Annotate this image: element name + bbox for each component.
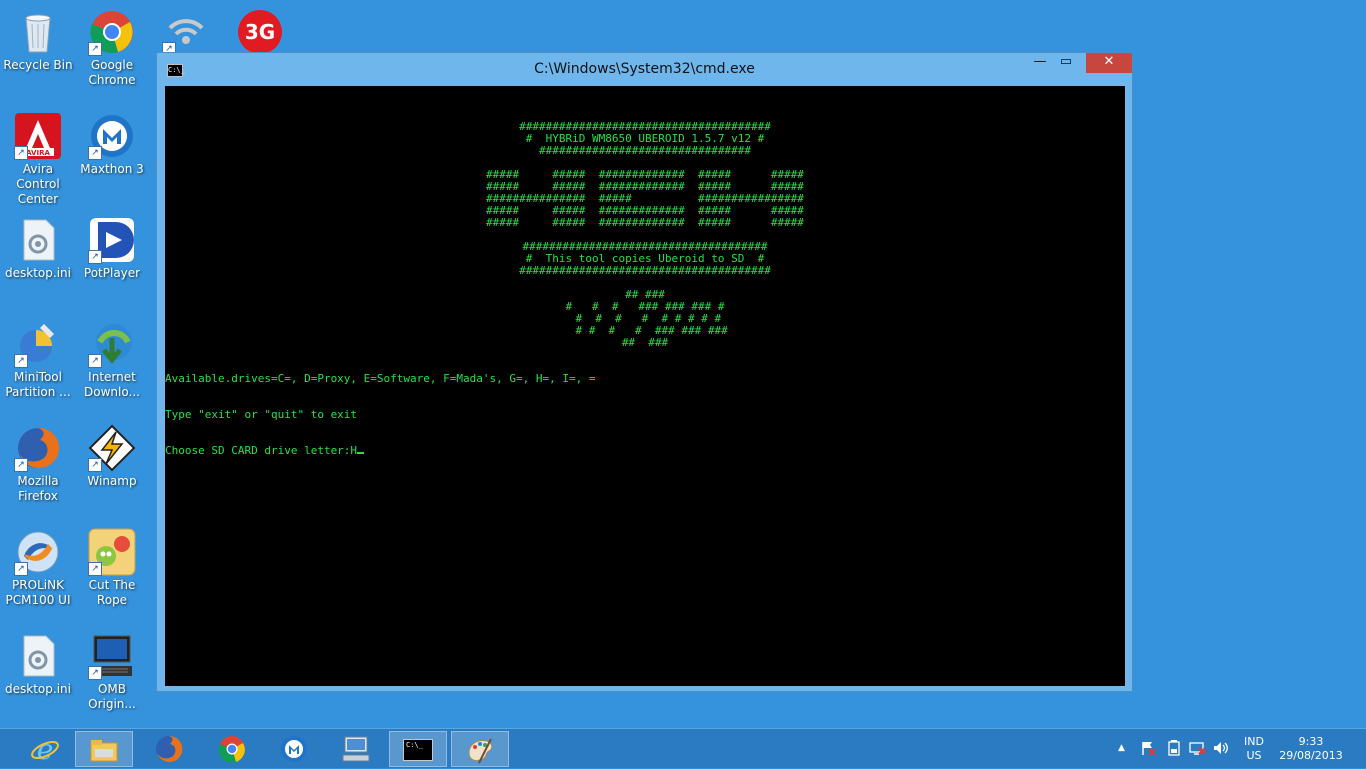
desktop-icon-chrome[interactable]: ↗ Google Chrome: [74, 2, 150, 88]
desktop-icon-firefox[interactable]: ↗ Mozilla Firefox: [0, 418, 76, 504]
desktop: Recycle Bin AVIRA ↗ Avira Control Center…: [0, 0, 1366, 728]
desktop-icon-desktop-ini-1[interactable]: desktop.ini: [0, 210, 76, 281]
window-titlebar[interactable]: C:\_ C:\Windows\System32\cmd.exe — ▭ ✕: [157, 53, 1132, 85]
network-computer-icon: [341, 734, 371, 764]
desktop-icon-prolink[interactable]: ↗ PROLiNK PCM100 UI: [0, 522, 76, 608]
taskbar: e C:\_ ▲ IND US 9:33 29/08/2013: [0, 728, 1366, 768]
taskbar-clock[interactable]: 9:33 29/08/2013: [1278, 735, 1344, 763]
icon-label: Recycle Bin: [3, 58, 73, 72]
icon-label: MiniTool Partition ...: [5, 370, 71, 399]
settings-file-icon: [14, 216, 62, 264]
desktop-icon-potplayer[interactable]: ↗ PotPlayer: [74, 210, 150, 281]
console-banner: ###################################### # …: [165, 121, 1125, 349]
banner-line: ##### ##### ############# ##### #####: [486, 216, 804, 229]
icon-label: PotPlayer: [83, 266, 141, 280]
taskbar-maxthon[interactable]: [265, 731, 323, 767]
banner-line: ## ###: [621, 336, 669, 349]
desktop-icon-desktop-ini-2[interactable]: desktop.ini: [0, 626, 76, 697]
taskbar-paint[interactable]: [451, 731, 509, 767]
desktop-icon-avira[interactable]: AVIRA ↗ Avira Control Center: [0, 106, 76, 207]
icon-label: Winamp: [87, 474, 137, 488]
desktop-icon-minitool[interactable]: ↗ MiniTool Partition ...: [0, 314, 76, 400]
battery-icon[interactable]: [1168, 740, 1180, 759]
desktop-icon-omb[interactable]: ↗ OMB Origin...: [74, 626, 150, 712]
taskbar-network-computer[interactable]: [327, 731, 385, 767]
desktop-icon-maxthon[interactable]: ↗ Maxthon 3: [74, 106, 150, 177]
svg-text:3G: 3G: [245, 20, 275, 44]
show-hidden-icons-button[interactable]: ▲: [1118, 743, 1125, 753]
taskbar-file-explorer[interactable]: [75, 731, 133, 767]
cut-the-rope-icon: ↗: [88, 528, 136, 576]
3g-modem-icon: 3G: [236, 8, 284, 56]
prompt-text: Choose SD CARD drive letter:H: [165, 444, 358, 457]
omb-computer-icon: ↗: [88, 632, 136, 680]
desktop-icon-idm[interactable]: ↗ Internet Downlo...: [74, 314, 150, 400]
desktop-icon-wireless[interactable]: ↗: [148, 2, 224, 58]
console-line: Available.drives=C=, D=Proxy, E=Software…: [165, 372, 596, 385]
minimize-button[interactable]: —: [1027, 53, 1053, 73]
firefox-icon: [154, 734, 184, 764]
svg-text:e: e: [37, 734, 54, 764]
desktop-icon-recycle-bin[interactable]: Recycle Bin: [0, 2, 76, 73]
desktop-icon-cut-the-rope[interactable]: ↗ Cut The Rope: [74, 522, 150, 608]
console-prompt[interactable]: Choose SD CARD drive letter:H: [165, 445, 1125, 457]
clock-time: 9:33: [1298, 735, 1324, 748]
network-icon[interactable]: [1188, 740, 1206, 759]
icon-label: desktop.ini: [5, 682, 71, 696]
volume-icon[interactable]: [1212, 740, 1230, 759]
chrome-icon: ↗: [88, 8, 136, 56]
keyboard-layout: US: [1246, 749, 1262, 762]
action-center-flag-icon[interactable]: [1140, 740, 1156, 759]
internet-explorer-icon: e: [30, 733, 60, 766]
icon-label: desktop.ini: [5, 266, 71, 280]
taskbar-firefox[interactable]: [140, 731, 198, 767]
text-cursor: [357, 452, 365, 454]
taskbar-internet-explorer[interactable]: e: [16, 731, 74, 767]
winamp-icon: ↗: [88, 424, 136, 472]
icon-label: Mozilla Firefox: [17, 474, 59, 503]
cmd-icon: C:\_: [403, 739, 433, 761]
maximize-button[interactable]: ▭: [1053, 53, 1079, 73]
clock-date: 29/08/2013: [1279, 749, 1343, 762]
banner-line: ######################################: [519, 264, 771, 277]
recycle-bin-icon: [14, 8, 62, 56]
input-language-indicator[interactable]: IND US: [1240, 735, 1268, 763]
file-explorer-icon: [89, 735, 119, 765]
window-title: C:\Windows\System32\cmd.exe: [534, 61, 755, 77]
taskbar-chrome[interactable]: [203, 731, 261, 767]
wireless-icon: ↗: [162, 8, 210, 56]
taskbar-cmd[interactable]: C:\_: [389, 731, 447, 767]
close-button[interactable]: ✕: [1086, 53, 1132, 73]
icon-label: Maxthon 3: [80, 162, 144, 176]
prolink-icon: ↗: [14, 528, 62, 576]
firefox-icon: ↗: [14, 424, 62, 472]
desktop-icon-3g[interactable]: 3G: [222, 2, 298, 58]
language-code: IND: [1244, 735, 1264, 748]
console-line: Type "exit" or "quit" to exit: [165, 408, 358, 421]
maxthon-icon: ↗: [88, 112, 136, 160]
internet-download-manager-icon: ↗: [88, 320, 136, 368]
console-output[interactable]: ###################################### # …: [165, 86, 1125, 686]
potplayer-icon: ↗: [88, 216, 136, 264]
icon-label: OMB Origin...: [88, 682, 136, 711]
icon-label: Avira Control Center: [16, 162, 60, 206]
cmd-window[interactable]: C:\_ C:\Windows\System32\cmd.exe — ▭ ✕ #…: [156, 52, 1133, 692]
minitool-icon: ↗: [14, 320, 62, 368]
maxthon-icon: [279, 734, 309, 764]
icon-label: Internet Downlo...: [84, 370, 140, 399]
svg-text:AVIRA: AVIRA: [26, 149, 50, 157]
desktop-icon-winamp[interactable]: ↗ Winamp: [74, 418, 150, 489]
chrome-icon: [217, 734, 247, 764]
icon-label: Google Chrome: [88, 58, 136, 87]
icon-label: PROLiNK PCM100 UI: [5, 578, 71, 607]
settings-file-icon: [14, 632, 62, 680]
paint-icon: [465, 735, 495, 765]
banner-line: ################################: [539, 144, 751, 157]
avira-icon: AVIRA ↗: [14, 112, 62, 160]
icon-label: Cut The Rope: [88, 578, 136, 607]
